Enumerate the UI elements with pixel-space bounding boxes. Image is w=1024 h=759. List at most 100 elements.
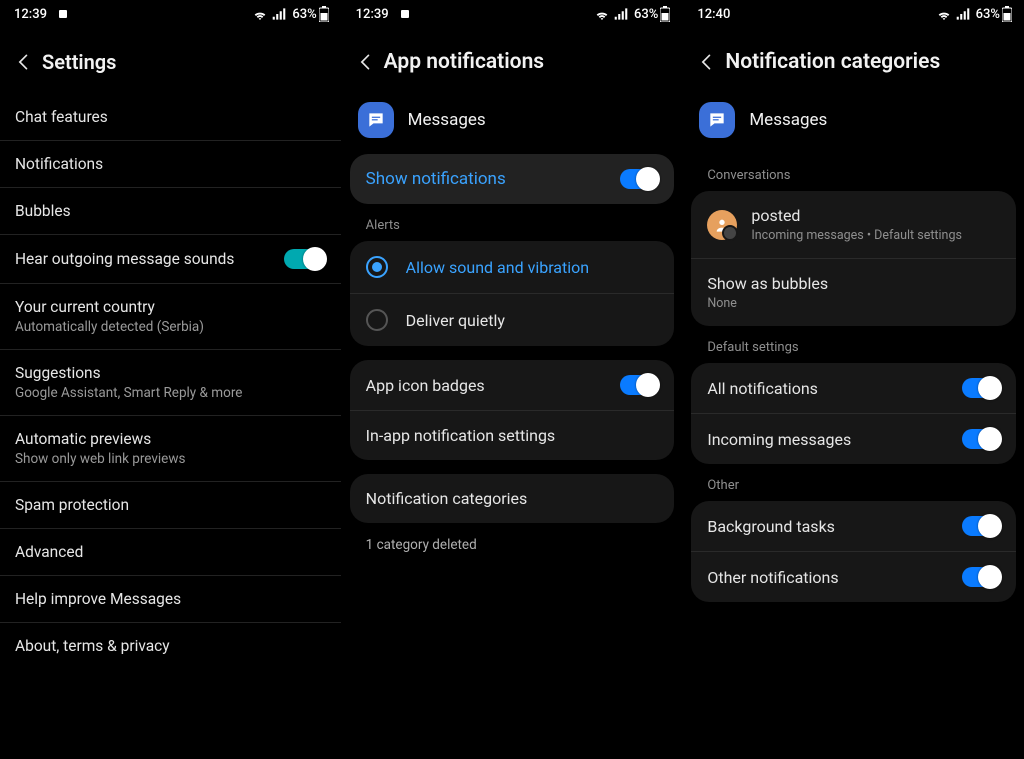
row-conversation-posted[interactable]: posted Incoming messages • Default setti… (691, 191, 1016, 258)
row-all-notifications[interactable]: All notifications (691, 363, 1016, 413)
card-alerts: Allow sound and vibration Deliver quietl… (350, 241, 675, 346)
battery-text: 63% (634, 7, 658, 22)
row-allow-sound-vibration[interactable]: Allow sound and vibration (350, 241, 675, 293)
toggle-incoming-messages[interactable] (962, 429, 1000, 449)
row-label: Notification categories (366, 489, 659, 508)
toggle-all-notifications[interactable] (962, 378, 1000, 398)
item-suggestions[interactable]: Suggestions Google Assistant, Smart Repl… (0, 350, 341, 416)
title-row: Notification categories (683, 28, 1024, 94)
row-label: Show as bubbles (707, 274, 1000, 293)
battery-icon (1002, 6, 1012, 22)
row-label: Allow sound and vibration (406, 258, 659, 277)
content: Messages Conversations posted Incoming m… (683, 94, 1024, 759)
screen-notification-categories: 12:40 63% Notification categories Messag… (682, 0, 1024, 759)
row-show-as-bubbles[interactable]: Show as bubbles None (691, 258, 1016, 326)
back-icon[interactable] (14, 52, 42, 72)
wifi-icon (936, 8, 952, 20)
toggle-other-notifications[interactable] (962, 567, 1000, 587)
toggle-show-notifications[interactable] (620, 169, 658, 189)
row-app-icon-badges[interactable]: App icon badges (350, 360, 675, 410)
row-background-tasks[interactable]: Background tasks (691, 501, 1016, 551)
item-label: Bubbles (15, 202, 326, 220)
messages-app-icon (358, 102, 394, 138)
app-header[interactable]: Messages (350, 94, 675, 154)
battery-text: 63% (976, 7, 1000, 22)
battery-icon (319, 6, 329, 22)
wifi-icon (594, 8, 610, 20)
item-sub: Automatically detected (Serbia) (15, 319, 326, 335)
page-title: App notifications (384, 50, 544, 74)
section-alerts: Alerts (350, 204, 675, 241)
item-spam-protection[interactable]: Spam protection (0, 482, 341, 529)
item-current-country[interactable]: Your current country Automatically detec… (0, 284, 341, 350)
card-default-settings: All notifications Incoming messages (691, 363, 1016, 464)
row-label: In-app notification settings (366, 426, 659, 445)
item-sub: Google Assistant, Smart Reply & more (15, 385, 326, 401)
app-header[interactable]: Messages (691, 94, 1016, 154)
status-bar: 12:39 63% (0, 0, 341, 28)
screen-settings: 12:39 63% Settings Chat features Notific… (0, 0, 341, 759)
row-label: Background tasks (707, 517, 962, 536)
page-title: Notification categories (725, 50, 940, 74)
toggle-hear-outgoing-sounds[interactable] (284, 249, 326, 269)
item-chat-features[interactable]: Chat features (0, 94, 341, 141)
radio-deliver-quietly[interactable] (366, 309, 388, 331)
item-label: Suggestions (15, 364, 326, 382)
toggle-background-tasks[interactable] (962, 516, 1000, 536)
app-name: Messages (408, 110, 486, 130)
battery-text: 63% (292, 7, 316, 22)
row-label: All notifications (707, 379, 962, 398)
row-deliver-quietly[interactable]: Deliver quietly (350, 293, 675, 346)
item-label: Automatic previews (15, 430, 326, 448)
item-label: Notifications (15, 155, 326, 173)
status-bar: 12:39 63% (342, 0, 683, 28)
radio-allow-sound-vibration[interactable] (366, 256, 388, 278)
item-notifications[interactable]: Notifications (0, 141, 341, 188)
item-about-terms-privacy[interactable]: About, terms & privacy (0, 623, 341, 669)
item-sub: Show only web link previews (15, 451, 326, 467)
row-other-notifications[interactable]: Other notifications (691, 551, 1016, 602)
card-conversations: posted Incoming messages • Default setti… (691, 191, 1016, 326)
messages-app-icon (699, 102, 735, 138)
back-icon[interactable] (356, 52, 384, 72)
status-clock: 12:39 (14, 7, 47, 22)
section-other: Other (691, 464, 1016, 501)
row-label: Incoming messages (707, 430, 962, 449)
app-name: Messages (749, 110, 827, 130)
back-icon[interactable] (697, 52, 725, 72)
signal-icon (614, 8, 628, 20)
signal-icon (272, 8, 286, 20)
item-label: Hear outgoing message sounds (15, 250, 284, 268)
item-help-improve[interactable]: Help improve Messages (0, 576, 341, 623)
row-show-notifications[interactable]: Show notifications (350, 154, 675, 204)
item-label: About, terms & privacy (15, 637, 326, 655)
conversation-avatar-icon (707, 210, 737, 240)
item-bubbles[interactable]: Bubbles (0, 188, 341, 235)
toggle-app-icon-badges[interactable] (620, 375, 658, 395)
status-clock: 12:39 (356, 7, 389, 22)
item-automatic-previews[interactable]: Automatic previews Show only web link pr… (0, 416, 341, 482)
item-label: Help improve Messages (15, 590, 326, 608)
item-hear-outgoing-sounds[interactable]: Hear outgoing message sounds (0, 235, 341, 284)
title-row: App notifications (342, 28, 683, 94)
signal-icon (956, 8, 970, 20)
item-label: Advanced (15, 543, 326, 561)
row-notification-categories[interactable]: Notification categories (350, 474, 675, 523)
title-row: Settings (0, 28, 341, 94)
card-misc: App icon badges In-app notification sett… (350, 360, 675, 460)
row-in-app-notification-settings[interactable]: In-app notification settings (350, 410, 675, 460)
battery-icon (660, 6, 670, 22)
row-label: Show notifications (366, 169, 621, 189)
row-sub: Incoming messages • Default settings (751, 228, 1000, 243)
row-sub: None (707, 296, 1000, 311)
section-default-settings: Default settings (691, 326, 1016, 363)
status-clock: 12:40 (697, 7, 730, 22)
item-advanced[interactable]: Advanced (0, 529, 341, 576)
row-label: posted (751, 206, 1000, 225)
item-label: Your current country (15, 298, 326, 316)
item-label: Chat features (15, 108, 326, 126)
page-title: Settings (42, 50, 116, 74)
card-categories: Notification categories (350, 474, 675, 523)
row-incoming-messages[interactable]: Incoming messages (691, 413, 1016, 464)
section-conversations: Conversations (691, 154, 1016, 191)
